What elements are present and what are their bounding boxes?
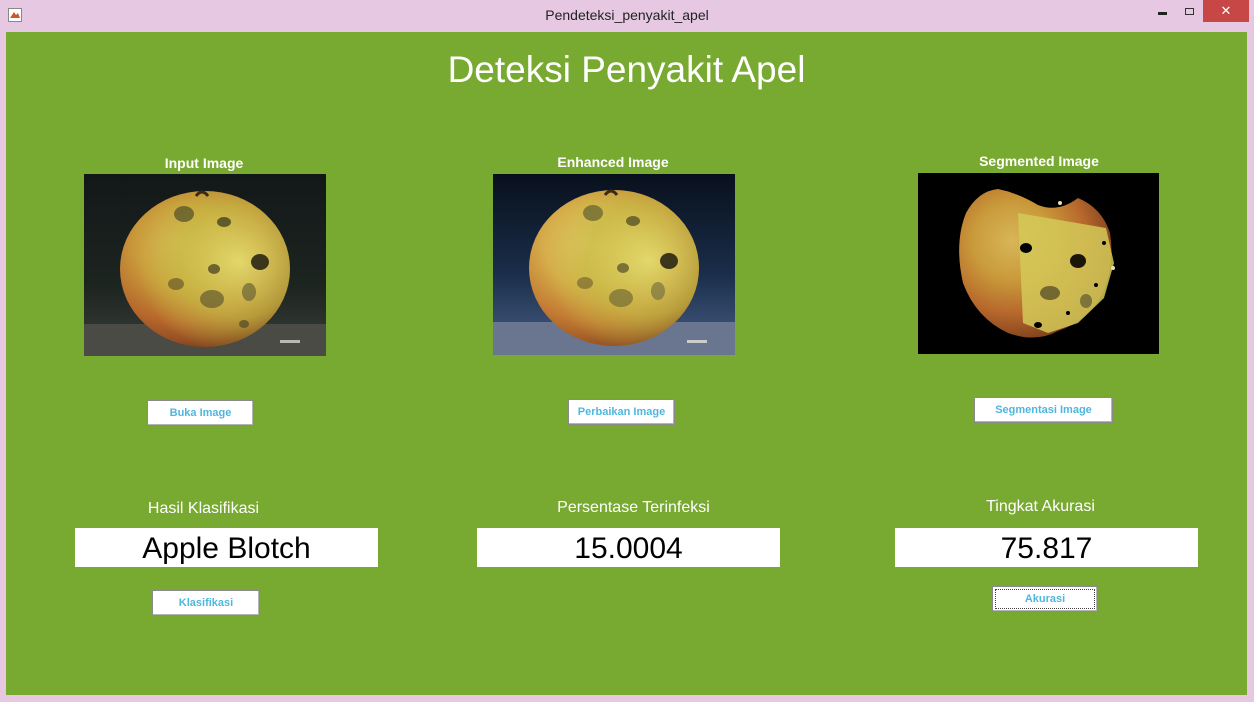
close-icon: ✕ [1220,3,1232,19]
accuracy-field: 75.817 [895,528,1198,567]
apple-photo-enhanced-icon [493,174,735,355]
close-button[interactable]: ✕ [1203,0,1249,22]
hasil-klasifikasi-label: Hasil Klasifikasi [147,500,260,517]
akurasi-button[interactable]: Akurasi [992,586,1098,612]
segmented-image [918,173,1159,354]
buka-image-button[interactable]: Buka Image [147,400,254,426]
enhanced-image-title: Enhanced Image [557,154,669,170]
segmented-image-title: Segmented Image [979,153,1099,169]
input-image-title: Input Image [164,155,244,171]
apple-photo-segmented-icon [918,173,1159,354]
minimize-icon [1157,11,1167,15]
page-title: Deteksi Penyakit Apel [447,49,806,90]
infected-percentage-field: 15.0004 [477,528,780,567]
window-title: Pendeteksi_penyakit_apel [545,7,709,23]
klasifikasi-button[interactable]: Klasifikasi [152,590,260,616]
minimize-button[interactable] [1148,0,1176,22]
maximize-icon [1184,7,1194,15]
apple-photo-icon [84,174,326,356]
perbaikan-image-button[interactable]: Perbaikan Image [568,399,675,425]
maximize-button[interactable] [1176,0,1202,22]
input-image [84,174,326,356]
tingkat-akurasi-label: Tingkat Akurasi [986,498,1095,515]
enhanced-image [493,174,735,355]
persentase-terinfeksi-label: Persentase Terinfeksi [557,499,710,516]
title-bar: Pendeteksi_penyakit_apel ✕ [0,0,1254,32]
figure-window: Deteksi Penyakit Apel Input Image Buka I… [6,32,1247,695]
segmentasi-image-button[interactable]: Segmentasi Image [974,397,1113,423]
classification-result-field: Apple Blotch [75,528,378,567]
